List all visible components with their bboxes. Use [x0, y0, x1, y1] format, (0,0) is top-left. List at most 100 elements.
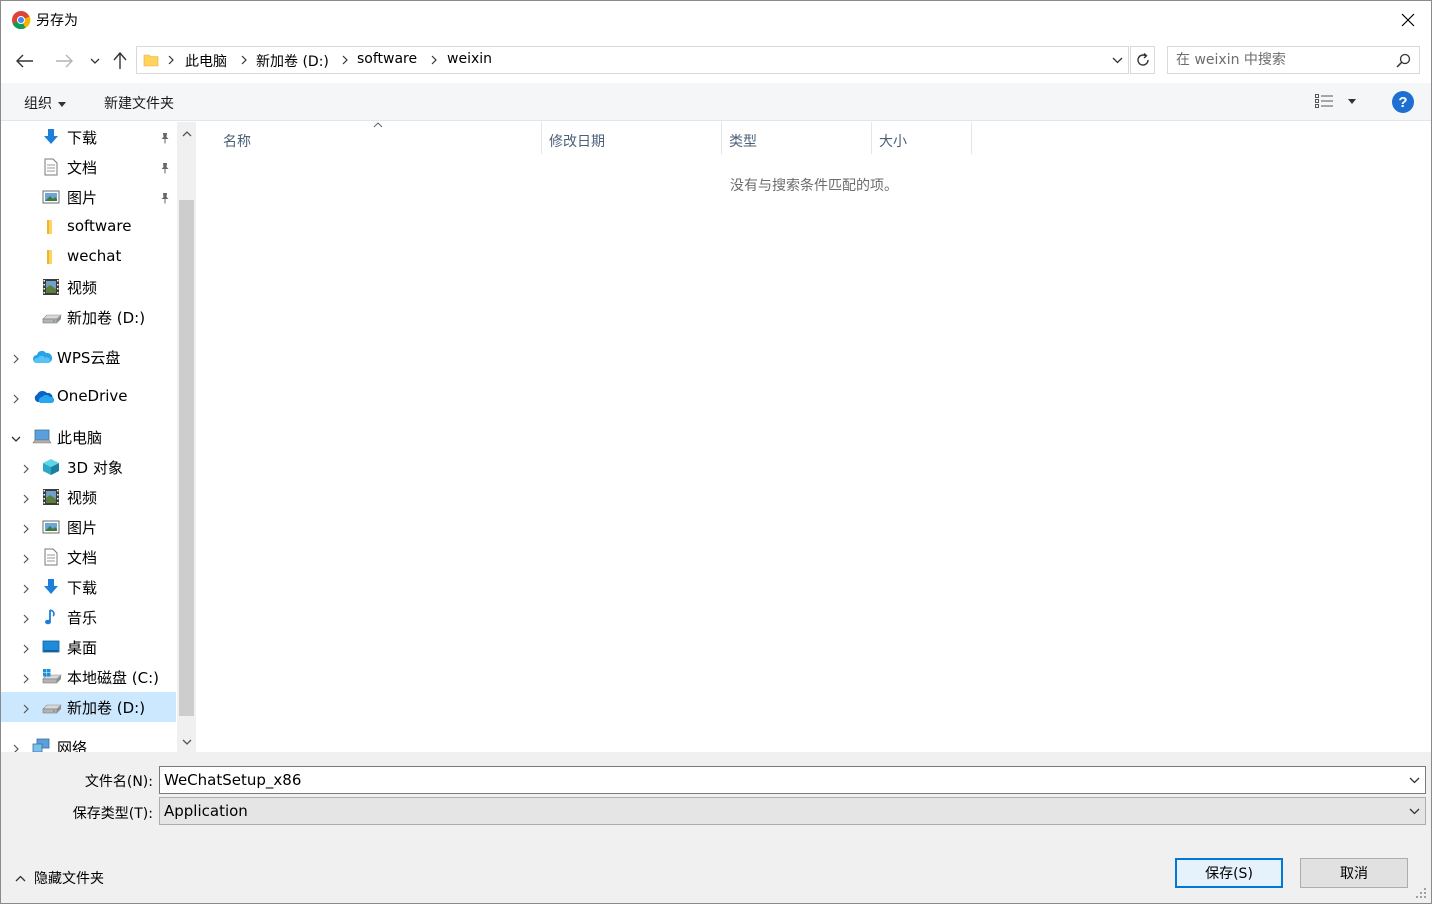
caret-down-icon [58, 101, 66, 107]
pin-icon[interactable] [159, 190, 171, 208]
tree-item-label: 图片 [67, 189, 98, 207]
resize-grip-icon[interactable] [1415, 887, 1427, 899]
breadcrumb-software[interactable]: software [357, 51, 417, 67]
chevron-down-icon [182, 739, 191, 745]
expand-chevron-icon[interactable] [10, 351, 22, 364]
pin-icon[interactable] [159, 160, 171, 178]
tree-item-label: software [67, 217, 132, 235]
tree-item[interactable]: 桌面 [1, 632, 176, 662]
save-as-dialog: 另存为 此电脑 新加卷 (D:) software weixin 在 weixi… [0, 0, 1432, 904]
save-button[interactable]: 保存(S) [1175, 858, 1283, 888]
hide-folders-label: 隐藏文件夹 [34, 871, 104, 887]
expand-chevron-icon[interactable] [20, 551, 32, 564]
help-button[interactable]: ? [1392, 91, 1414, 113]
tree-item[interactable]: 网络 [1, 732, 176, 752]
tree-item-label: 下载 [67, 579, 98, 597]
close-icon [1401, 13, 1415, 27]
filename-field[interactable]: WeChatSetup_x86 [159, 766, 1426, 794]
change-view-button[interactable] [1314, 93, 1356, 109]
tree-item[interactable]: 视频 [1, 272, 176, 302]
column-header-type[interactable]: 类型 [721, 128, 871, 154]
tree-item[interactable]: 音乐 [1, 602, 176, 632]
filename-value: WeChatSetup_x86 [164, 771, 302, 789]
expand-chevron-icon[interactable] [20, 701, 32, 714]
arrow-right-icon [56, 54, 73, 68]
expand-chevron-icon[interactable] [20, 521, 32, 534]
search-box[interactable] [1167, 46, 1420, 74]
column-header-name[interactable]: 名称 [215, 128, 541, 154]
tree-item-label: 文档 [67, 159, 98, 177]
save-form: 文件名(N): WeChatSetup_x86 保存类型(T): Applica… [1, 752, 1431, 903]
tree-item[interactable]: 下载 [1, 122, 176, 152]
cancel-button[interactable]: 取消 [1300, 858, 1408, 888]
column-header-modified[interactable]: 修改日期 [541, 128, 721, 154]
navigation-scrollbar[interactable] [177, 122, 196, 752]
address-bar[interactable]: 此电脑 新加卷 (D:) software weixin [136, 46, 1129, 74]
expand-chevron-icon[interactable] [20, 491, 32, 504]
tree-item-label: 视频 [67, 489, 98, 507]
back-button[interactable] [13, 49, 37, 73]
filename-dropdown-button[interactable] [1405, 771, 1423, 789]
breadcrumb-weixin[interactable]: weixin [447, 51, 492, 67]
document-icon [42, 158, 60, 176]
tree-item[interactable]: OneDrive [1, 382, 176, 412]
cloud-icon [32, 348, 53, 366]
chevron-down-icon [1112, 57, 1122, 63]
scroll-thumb[interactable] [179, 200, 194, 716]
refresh-icon [1136, 52, 1149, 66]
tree-item[interactable]: 图片 [1, 512, 176, 542]
pictures-icon [42, 188, 60, 206]
pin-icon[interactable] [159, 130, 171, 148]
expand-chevron-icon[interactable] [20, 581, 32, 594]
tree-item[interactable]: wechat [1, 242, 176, 272]
collapse-chevron-icon[interactable] [10, 431, 22, 443]
address-dropdown-button[interactable] [1108, 50, 1126, 70]
column-header-size[interactable]: 大小 [871, 128, 971, 154]
expand-chevron-icon[interactable] [20, 461, 32, 474]
expand-chevron-icon[interactable] [20, 671, 32, 684]
tree-item[interactable]: 文档 [1, 542, 176, 572]
system-drive-icon [42, 668, 62, 686]
organize-menu[interactable]: 组织 [24, 93, 66, 113]
expand-chevron-icon[interactable] [20, 611, 32, 624]
refresh-button[interactable] [1130, 46, 1155, 74]
folder-icon [42, 248, 60, 266]
breadcrumb-drive-d[interactable]: 新加卷 (D:) [256, 51, 329, 71]
up-button[interactable] [108, 49, 132, 73]
expand-chevron-icon[interactable] [10, 391, 22, 404]
command-bar: 组织 新建文件夹 ? [1, 83, 1431, 121]
tree-item-label: OneDrive [57, 387, 128, 405]
tree-item[interactable]: 下载 [1, 572, 176, 602]
recent-locations-button[interactable] [83, 49, 107, 73]
search-input[interactable] [1168, 47, 1388, 73]
window-title: 另存为 [36, 13, 78, 29]
tree-item[interactable]: 新加卷 (D:) [1, 692, 176, 722]
tree-item[interactable]: 此电脑 [1, 422, 176, 452]
hide-folders-toggle[interactable]: 隐藏文件夹 [15, 868, 104, 888]
chevron-down-icon [1409, 777, 1419, 783]
tree-item[interactable]: 本地磁盘 (C:) [1, 662, 176, 692]
onedrive-icon [32, 388, 55, 406]
tree-item[interactable]: 文档 [1, 152, 176, 182]
expand-chevron-icon[interactable] [20, 641, 32, 654]
tree-item[interactable]: 新加卷 (D:) [1, 302, 176, 332]
drive-icon [42, 698, 62, 716]
breadcrumb-this-pc[interactable]: 此电脑 [185, 51, 227, 71]
close-button[interactable] [1385, 1, 1431, 39]
tree-item[interactable]: software [1, 212, 176, 242]
expand-chevron-icon[interactable] [10, 741, 22, 752]
scroll-up-button[interactable] [177, 126, 196, 142]
filetype-select[interactable]: Application [159, 797, 1426, 825]
navigation-bar: 此电脑 新加卷 (D:) software weixin [1, 39, 1431, 83]
forward-button[interactable] [52, 49, 76, 73]
tree-item[interactable]: 3D 对象 [1, 452, 176, 482]
scroll-down-button[interactable] [177, 734, 196, 750]
chevron-right-icon [431, 55, 437, 65]
tree-item[interactable]: WPS云盘 [1, 342, 176, 372]
filetype-dropdown-button[interactable] [1405, 802, 1423, 820]
tree-item[interactable]: 图片 [1, 182, 176, 212]
chrome-app-icon [12, 11, 31, 30]
tree-item[interactable]: 视频 [1, 482, 176, 512]
new-folder-button[interactable]: 新建文件夹 [104, 93, 174, 113]
column-divider[interactable] [971, 122, 972, 154]
